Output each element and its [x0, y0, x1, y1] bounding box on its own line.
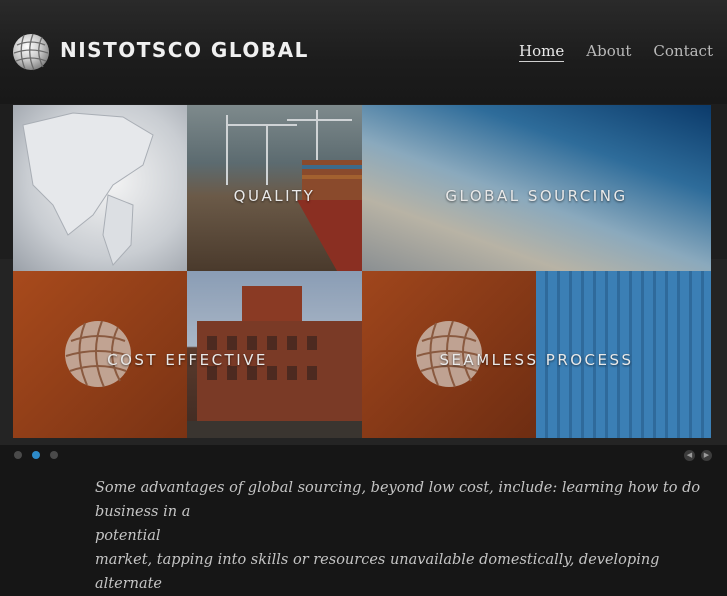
main-nav: Home About Contact — [519, 42, 713, 62]
intro-line-1: Some advantages of global sourcing, beyo… — [95, 480, 701, 520]
tile-seamless-process-label: SEAMLESS PROCESS — [439, 351, 634, 369]
chevron-left-icon[interactable]: ◀ — [684, 450, 695, 461]
nav-home-link[interactable]: Home — [519, 42, 565, 62]
globe-icon[interactable] — [12, 33, 50, 71]
intro-line-2: potential — [95, 528, 161, 544]
tile-world-map — [13, 105, 187, 271]
tile-cost-effective-label: COST EFFECTIVE — [107, 351, 268, 369]
slider-dot-2[interactable] — [32, 451, 40, 459]
image-slider[interactable]: QUALITY GLOBAL SOURCING COST EFFECTIVE S… — [13, 105, 711, 438]
tile-quality-label: QUALITY — [233, 187, 316, 205]
nav-contact-link[interactable]: Contact — [653, 42, 713, 62]
site-header: NISTOTSCO GLOBAL Home About Contact — [0, 0, 727, 104]
slider-arrows: ◀ ▶ — [684, 450, 712, 461]
slider-dots — [14, 451, 58, 459]
intro-paragraph: Some advantages of global sourcing, beyo… — [95, 476, 705, 596]
nav-about-link[interactable]: About — [586, 42, 631, 62]
tile-quality[interactable]: QUALITY — [187, 105, 362, 271]
slider-dot-3[interactable] — [50, 451, 58, 459]
map-graphic — [22, 112, 154, 266]
tile-global-sourcing[interactable]: GLOBAL SOURCING — [362, 105, 711, 271]
slider-dot-1[interactable] — [14, 451, 22, 459]
brand-name[interactable]: NISTOTSCO GLOBAL — [60, 38, 309, 62]
tile-global-sourcing-label: GLOBAL SOURCING — [445, 187, 628, 205]
chevron-right-icon[interactable]: ▶ — [701, 450, 712, 461]
intro-line-3: market, tapping into skills or resources… — [95, 552, 660, 592]
